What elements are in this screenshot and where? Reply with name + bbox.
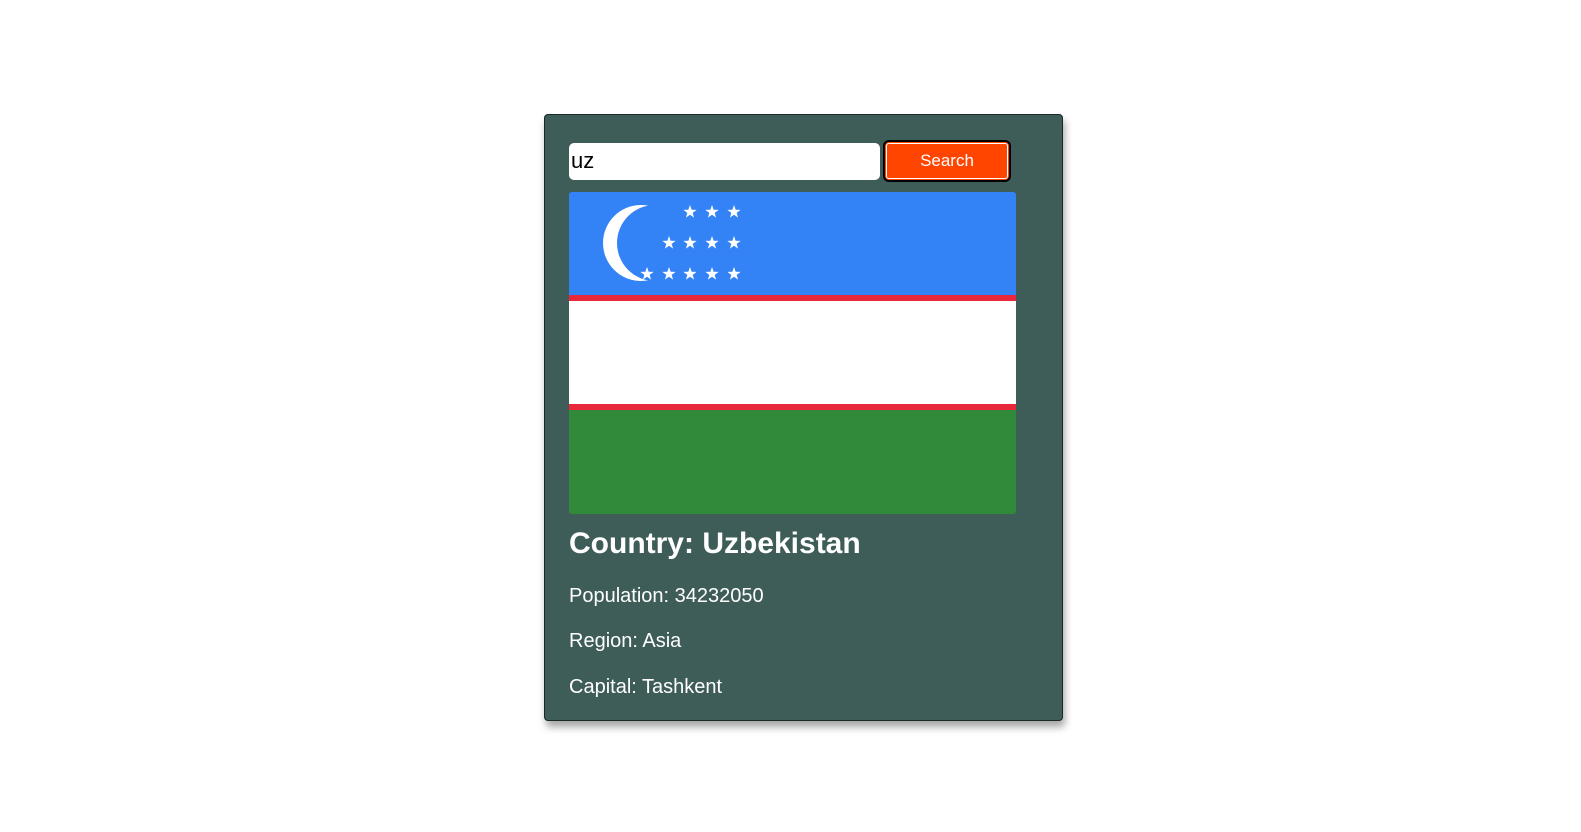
region-text: Region: Asia (569, 630, 682, 652)
flag-green-stripe (569, 410, 1016, 514)
flag-crescent-inner (617, 205, 693, 281)
flag-red-stripe-bottom (569, 404, 1016, 410)
country-title: Country: Uzbekistan (569, 527, 861, 560)
search-button[interactable]: Search (883, 140, 1011, 182)
population-text: Population: 34232050 (569, 585, 764, 607)
search-bar: Search (569, 140, 1039, 182)
country-flag-image (569, 192, 1016, 514)
country-card: Search Country: Uzbekistan Population: 3… (544, 114, 1063, 721)
flag-white-stripe (569, 301, 1016, 404)
flag-red-stripe-top (569, 295, 1016, 301)
capital-text: Capital: Tashkent (569, 676, 723, 698)
search-input[interactable] (569, 142, 880, 180)
